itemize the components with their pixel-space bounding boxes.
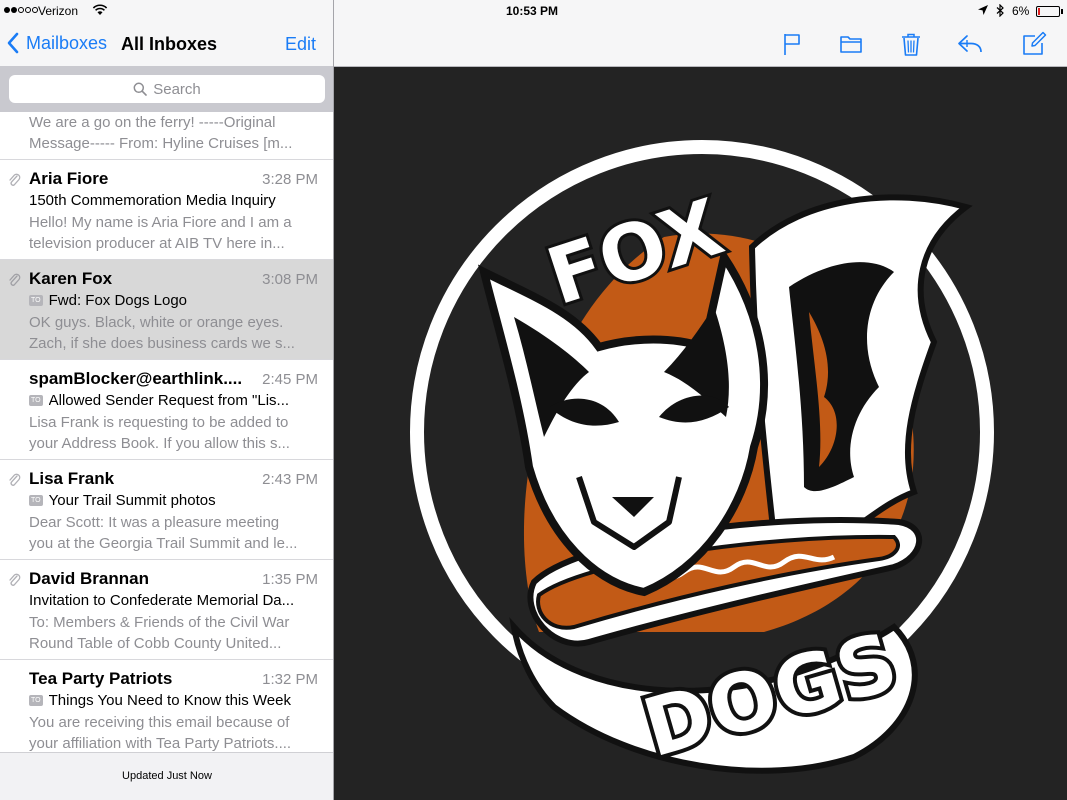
signal-strength-icon [4, 7, 38, 13]
battery-icon [1036, 6, 1063, 17]
message-detail-pane: 10:53 PM 6% FOX DOGS [334, 0, 1067, 800]
email-row[interactable]: spamBlocker@earthlink.... 2:45 PM TO Allo… [0, 360, 334, 460]
attachment-icon [9, 273, 21, 286]
to-badge: TO [29, 495, 43, 506]
folder-icon[interactable] [837, 30, 865, 58]
email-preview: Lisa Frank is requesting to be added to … [29, 414, 290, 452]
email-sender: spamBlocker@earthlink.... [29, 369, 243, 388]
email-preview: You are receiving this email because of … [29, 714, 292, 752]
battery-percent: 6% [1012, 4, 1030, 18]
email-row-selected[interactable]: Karen Fox 3:08 PM TO Fwd: Fox Dogs Logo O… [0, 260, 334, 360]
chevron-left-icon [7, 32, 19, 54]
email-subject: TO Your Trail Summit photos [29, 492, 216, 509]
email-sender: Aria Fiore [29, 169, 109, 188]
email-row[interactable]: Lisa Frank 2:43 PM TO Your Trail Summit p… [0, 460, 334, 560]
flag-icon[interactable] [778, 30, 806, 58]
trash-icon[interactable] [897, 30, 925, 58]
to-badge: TO [29, 395, 43, 406]
mailboxes-back-button[interactable]: Mailboxes [6, 32, 107, 54]
attachment-icon [9, 473, 21, 486]
to-badge: TO [29, 695, 43, 706]
email-preview: Dear Scott: It was a pleasure meeting yo… [29, 514, 298, 552]
search-placeholder: Search [153, 80, 201, 98]
attachment-icon [9, 573, 21, 586]
search-icon [133, 82, 148, 96]
wifi-icon [92, 4, 108, 15]
location-arrow-icon [978, 5, 988, 15]
email-row[interactable]: Tea Party Patriots 1:32 PM TO Things You … [0, 660, 334, 752]
back-button-label: Mailboxes [26, 32, 108, 53]
to-badge: TO [29, 295, 43, 306]
email-sender: Lisa Frank [29, 469, 115, 488]
list-footer: Updated Just Now [0, 752, 334, 800]
status-bar-left: Verizon [0, 0, 334, 22]
email-time: 3:28 PM [262, 171, 318, 188]
email-sender: Karen Fox [29, 269, 113, 288]
attachment-icon [9, 173, 21, 186]
edit-button[interactable]: Edit [285, 34, 316, 55]
email-row[interactable]: Aria Fiore 3:28 PM 150th Commemoration M… [0, 160, 334, 260]
message-body: FOX DOGS [334, 67, 1067, 800]
status-bar-right: 10:53 PM 6% [334, 0, 1067, 22]
carrier-name: Verizon [38, 4, 79, 18]
status-time: 10:53 PM [506, 4, 559, 18]
compose-icon[interactable] [1020, 30, 1048, 58]
email-time: 3:08 PM [262, 271, 318, 288]
bluetooth-icon [996, 4, 1004, 17]
mailbox-list-pane: Verizon Mailboxes All Inboxes Edit Searc… [0, 0, 334, 800]
email-list[interactable]: We are a go on the ferry! -----Original … [0, 112, 334, 752]
message-toolbar [334, 22, 1067, 67]
email-time: 2:45 PM [262, 371, 318, 388]
navigation-bar: Mailboxes All Inboxes Edit [0, 22, 334, 66]
email-row[interactable]: We are a go on the ferry! -----Original … [0, 112, 334, 160]
email-subject: TO Things You Need to Know this Week [29, 692, 291, 709]
search-bar-container: Search [0, 66, 334, 112]
email-sender: David Brannan [29, 569, 149, 588]
email-time: 1:35 PM [262, 571, 318, 588]
email-row[interactable]: David Brannan 1:35 PM Invitation to Conf… [0, 560, 334, 660]
reply-icon[interactable] [956, 30, 984, 58]
search-input[interactable]: Search [9, 75, 325, 103]
email-subject: TO Allowed Sender Request from "Lis... [29, 392, 290, 409]
fox-dogs-logo-image: FOX DOGS [410, 140, 994, 779]
email-subject: TO Fwd: Fox Dogs Logo [29, 292, 188, 309]
email-preview: Hello! My name is Aria Fiore and I am a … [29, 214, 292, 252]
email-preview: We are a go on the ferry! -----Original … [29, 114, 293, 152]
email-time: 1:32 PM [262, 671, 318, 688]
update-status: Updated Just Now [122, 770, 212, 782]
email-subject: Invitation to Confederate Memorial Da... [29, 592, 295, 609]
email-subject: 150th Commemoration Media Inquiry [29, 192, 276, 209]
page-title: All Inboxes [121, 34, 218, 54]
email-time: 2:43 PM [262, 471, 318, 488]
email-sender: Tea Party Patriots [29, 669, 173, 688]
email-preview: OK guys. Black, white or orange eyes. Za… [29, 314, 295, 352]
email-preview: To: Members & Friends of the Civil War R… [29, 614, 290, 652]
